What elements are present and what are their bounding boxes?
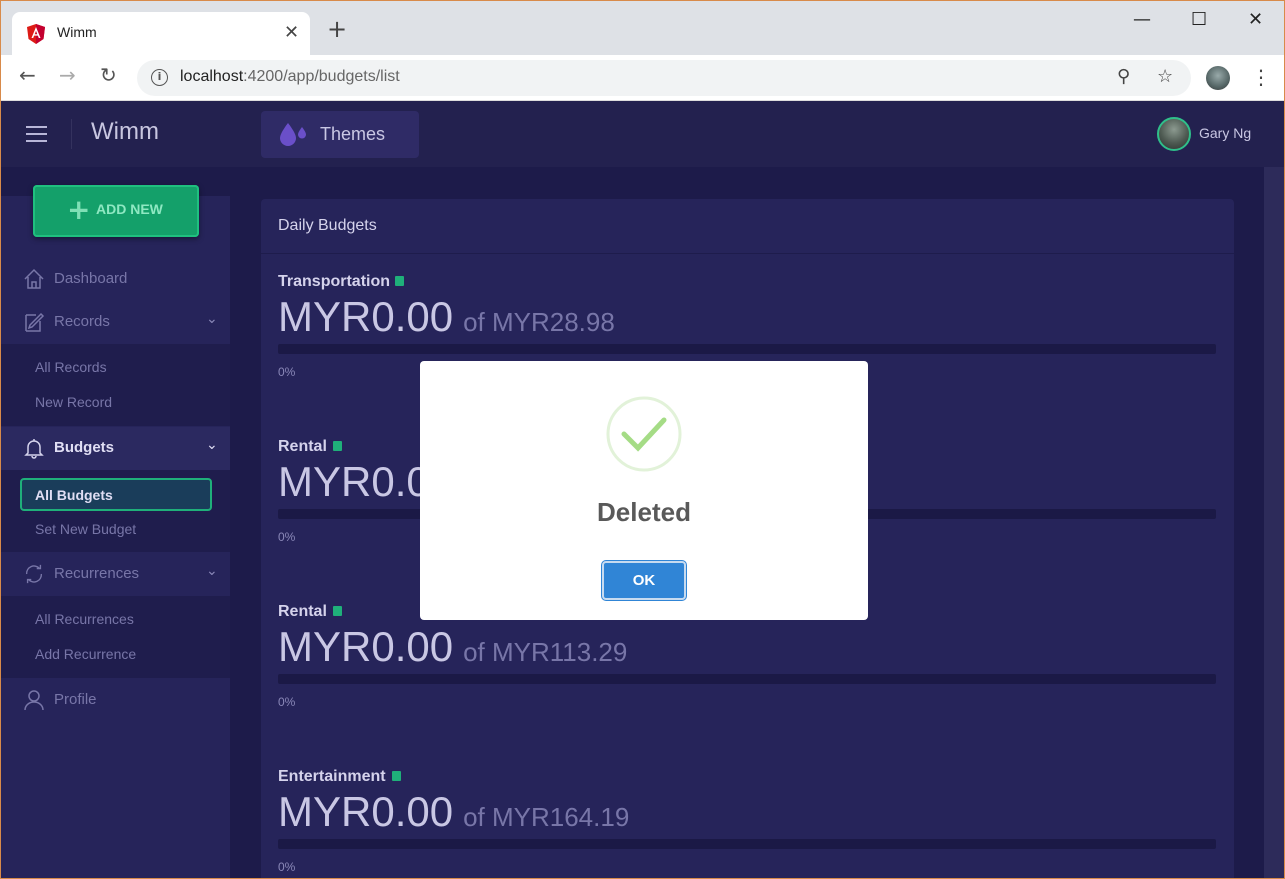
user-name[interactable]: Gary Ng <box>1199 125 1251 141</box>
sidebar-item-profile[interactable]: Profile <box>1 679 230 722</box>
chevron-down-icon: ⌄ <box>206 437 218 453</box>
records-submenu: All Records New Record <box>1 344 230 426</box>
browser-menu-icon[interactable]: ⋮ <box>1251 65 1271 89</box>
trash-icon[interactable] <box>333 606 342 616</box>
droplet-icon <box>280 123 306 146</box>
sidebar-subitem-set-new-budget[interactable]: Set New Budget <box>35 521 136 537</box>
budget-progress-bar <box>278 674 1216 684</box>
sidebar-subitem-all-records[interactable]: All Records <box>35 359 107 375</box>
themes-label: Themes <box>320 124 386 144</box>
sidebar-subitem-all-budgets[interactable]: All Budgets <box>20 478 212 511</box>
budget-limit: of MYR28.98 <box>463 307 615 337</box>
budget-limit: of MYR164.19 <box>463 802 630 832</box>
close-window-icon[interactable]: ✕ <box>1248 9 1263 30</box>
card-title: Daily Budgets <box>278 217 377 234</box>
budget-percent: 0% <box>278 860 296 874</box>
sidebar-item-label: Profile <box>54 691 97 708</box>
trash-icon[interactable] <box>392 771 401 781</box>
browser-tab[interactable]: Wimm ✕ <box>12 12 310 55</box>
chevron-down-icon: ⌄ <box>206 563 218 579</box>
browser-window: Wimm ✕ + — ☐ ✕ ← → ↻ i localhost:4200/ap… <box>0 0 1285 879</box>
add-new-button[interactable]: + ADD NEW <box>33 185 199 237</box>
dialog-title: Deleted <box>597 497 691 527</box>
tab-title: Wimm <box>57 24 97 40</box>
bell-icon <box>24 439 44 459</box>
sidebar-item-label: Budgets <box>54 439 114 456</box>
refresh-icon <box>25 564 43 584</box>
budget-amount: MYR0.00 of MYR28.98 <box>278 293 615 341</box>
budget-item: Entertainment MYR0.00 of MYR164.19 0% <box>278 768 1216 878</box>
new-tab-icon[interactable]: + <box>327 17 347 41</box>
user-icon <box>24 690 44 711</box>
maximize-icon[interactable]: ☐ <box>1191 9 1207 30</box>
home-icon <box>24 268 44 289</box>
app-header: Wimm Themes Gary Ng <box>1 101 1284 167</box>
budget-name: Entertainment <box>278 768 386 785</box>
forward-icon[interactable]: → <box>59 63 76 87</box>
deleted-dialog: Deleted OK <box>420 361 868 620</box>
budget-name: Rental <box>278 438 327 455</box>
sidebar-item-budgets[interactable]: Budgets ⌄ <box>1 427 230 470</box>
chevron-down-icon: ⌄ <box>206 311 218 327</box>
brand-divider <box>71 119 72 149</box>
sidebar-subitem-new-record[interactable]: New Record <box>35 394 112 410</box>
themes-button[interactable]: Themes <box>261 111 419 158</box>
budget-amount: MYR0.00 of MYR164.19 <box>278 788 629 836</box>
add-new-label: ADD NEW <box>96 201 163 217</box>
sidebar-item-label: Recurrences <box>54 565 140 582</box>
budget-name: Rental <box>278 603 327 620</box>
ok-button[interactable]: OK <box>602 561 686 600</box>
trash-icon[interactable] <box>395 276 404 286</box>
url-text: localhost:4200/app/budgets/list <box>180 68 400 86</box>
budget-percent: 0% <box>278 365 296 379</box>
address-bar[interactable]: i localhost:4200/app/budgets/list ⚲ ☆ <box>137 60 1191 96</box>
budget-spent: MYR0.00 <box>278 788 454 835</box>
plus-icon: + <box>67 193 91 226</box>
budget-percent: 0% <box>278 695 296 709</box>
sidebar-item-recurrences[interactable]: Recurrences ⌄ <box>1 553 230 596</box>
browser-profile-avatar[interactable] <box>1206 66 1230 90</box>
tab-close-icon[interactable]: ✕ <box>284 22 299 43</box>
budget-spent: MYR0.00 <box>278 623 454 670</box>
budget-limit: of MYR113.29 <box>463 637 628 667</box>
sidebar-subitem-add-recurrence[interactable]: Add Recurrence <box>35 646 136 662</box>
app-brand[interactable]: Wimm <box>91 118 159 146</box>
trash-icon[interactable] <box>333 441 342 451</box>
budget-spent: MYR0.00 <box>278 293 454 340</box>
scrollbar-track[interactable] <box>1264 167 1284 878</box>
zoom-icon[interactable]: ⚲ <box>1117 66 1130 87</box>
budget-name: Transportation <box>278 273 391 290</box>
info-icon[interactable]: i <box>151 69 168 86</box>
sidebar-item-label: Dashboard <box>54 270 128 287</box>
angular-icon <box>27 24 45 44</box>
budget-progress-bar <box>278 344 1216 354</box>
sidebar-subitem-label: All Budgets <box>35 487 113 503</box>
sidebar-item-records[interactable]: Records ⌄ <box>1 301 230 344</box>
success-check-icon <box>606 396 682 472</box>
browser-toolbar: ← → ↻ i localhost:4200/app/budgets/list … <box>1 55 1284 101</box>
card-header: Daily Budgets <box>261 199 1234 254</box>
sidebar-item-label: Records <box>54 313 110 330</box>
budget-percent: 0% <box>278 530 296 544</box>
tab-bar: Wimm ✕ + — ☐ ✕ <box>1 1 1284 55</box>
reload-icon[interactable]: ↻ <box>100 63 117 87</box>
hamburger-menu-icon[interactable] <box>26 126 47 142</box>
back-icon[interactable]: ← <box>19 63 36 87</box>
user-avatar[interactable] <box>1157 117 1191 151</box>
budgets-submenu: All Budgets Set New Budget <box>1 470 230 552</box>
budget-item: Rental MYR0.00 of MYR113.29 0% <box>278 603 1216 753</box>
sidebar-subitem-all-recurrences[interactable]: All Recurrences <box>35 611 134 627</box>
minimize-icon[interactable]: — <box>1133 9 1151 30</box>
edit-icon <box>25 312 45 332</box>
url-path: :4200/app/budgets/list <box>243 68 400 85</box>
budget-amount: MYR0.00 of MYR113.29 <box>278 623 627 671</box>
bookmark-star-icon[interactable]: ☆ <box>1157 66 1173 87</box>
sidebar-item-dashboard[interactable]: Dashboard <box>1 258 230 301</box>
url-host: localhost <box>180 68 244 85</box>
recurrences-submenu: All Recurrences Add Recurrence <box>1 596 230 678</box>
budget-progress-bar <box>278 839 1216 849</box>
